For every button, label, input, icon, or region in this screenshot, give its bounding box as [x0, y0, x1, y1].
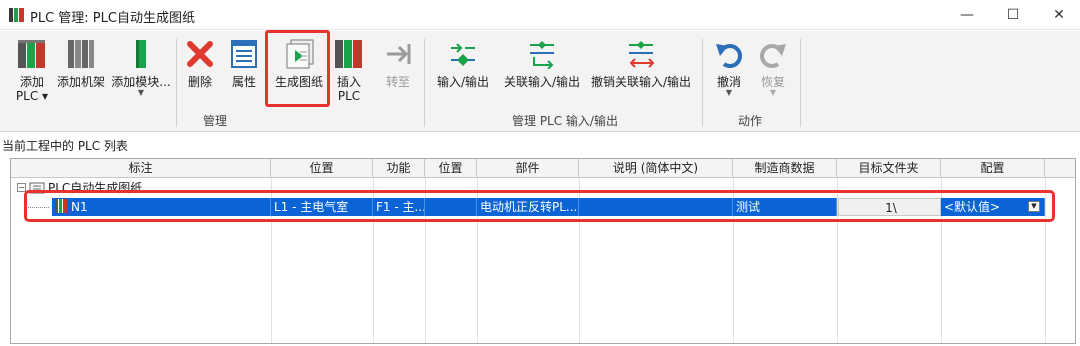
column-header-function[interactable]: 功能 [373, 159, 425, 178]
highlight-annotation [265, 30, 330, 107]
chevron-down-icon: ▼ [769, 88, 777, 97]
unlink-io-label: 撤销关联输入/输出 [590, 75, 692, 89]
title-bar: PLC 管理: PLC自动生成图纸 — ☐ ✕ [0, 0, 1080, 30]
goto-button[interactable]: 转至 [378, 37, 418, 117]
undo-button[interactable]: 撤消 ▼ [710, 37, 748, 117]
insert-plc-label-2: PLC [337, 89, 361, 103]
add-plc-button[interactable]: 添加 PLC ▾ [12, 37, 52, 117]
ribbon-separator [800, 39, 801, 127]
ribbon-separator [176, 39, 177, 127]
column-header-label[interactable]: 标注 [11, 159, 271, 178]
ribbon-separator [702, 39, 703, 127]
column-header-target-folder[interactable]: 目标文件夹 [837, 159, 941, 178]
properties-icon [227, 37, 261, 71]
plc-list-grid: 标注 位置 功能 位置 部件 说明 (简体中文) 制造商数据 目标文件夹 配置 … [10, 158, 1076, 344]
ribbon-toolbar: 添加 PLC ▾ 添加机架 添加模块... ▼ 删除 属性 生成图纸 插入 PL… [0, 31, 1080, 132]
module-icon [124, 37, 158, 71]
column-header-config[interactable]: 配置 [941, 159, 1045, 178]
plc-icon [15, 37, 49, 71]
group-label-manage: 管理 [203, 114, 228, 128]
delete-x-icon [183, 37, 217, 71]
properties-label: 属性 [231, 75, 256, 89]
highlight-annotation [24, 190, 1055, 222]
add-module-label: 添加模块... [111, 75, 171, 89]
io-label: 输入/输出 [436, 75, 490, 89]
column-header-description[interactable]: 说明 (简体中文) [579, 159, 733, 178]
chevron-down-icon: ▼ [137, 88, 145, 97]
window-title: PLC 管理: PLC自动生成图纸 [30, 11, 195, 26]
insert-plc-icon [332, 37, 366, 71]
unlink-io-button[interactable]: 撤销关联输入/输出 [586, 37, 696, 117]
goto-label: 转至 [385, 75, 410, 89]
group-label-actions: 动作 [738, 114, 763, 128]
io-button[interactable]: 输入/输出 [432, 37, 494, 117]
link-io-icon [525, 37, 559, 71]
rack-icon [64, 37, 98, 71]
unlink-io-icon [624, 37, 658, 71]
chevron-down-icon: ▼ [725, 88, 733, 97]
link-io-button[interactable]: 关联输入/输出 [500, 37, 584, 117]
group-label-manage-plc-io: 管理 PLC 输入/输出 [512, 114, 618, 128]
ribbon-separator [424, 39, 425, 127]
grid-header: 标注 位置 功能 位置 部件 说明 (简体中文) 制造商数据 目标文件夹 配置 [11, 159, 1075, 178]
properties-button[interactable]: 属性 [224, 37, 264, 117]
close-button[interactable]: ✕ [1036, 0, 1080, 30]
maximize-button[interactable]: ☐ [990, 0, 1036, 30]
undo-icon [712, 37, 746, 71]
redo-label: 恢复 [760, 75, 785, 89]
delete-label: 删除 [187, 75, 212, 89]
column-header-position[interactable]: 位置 [425, 159, 477, 178]
minimize-button[interactable]: — [944, 0, 990, 30]
goto-arrow-icon [381, 37, 415, 71]
insert-plc-button[interactable]: 插入 PLC [330, 37, 368, 117]
add-plc-label-2: PLC ▾ [15, 89, 49, 103]
column-header-manufacturer[interactable]: 制造商数据 [733, 159, 837, 178]
add-module-button[interactable]: 添加模块... ▼ [110, 37, 172, 117]
delete-button[interactable]: 删除 [180, 37, 220, 117]
io-connection-icon [446, 37, 480, 71]
add-rack-label: 添加机架 [56, 75, 105, 89]
insert-plc-label-1: 插入 [336, 75, 361, 89]
add-plc-label-1: 添加 [19, 75, 44, 89]
plc-list-caption: 当前工程中的 PLC 列表 [2, 139, 128, 153]
plc-app-icon [9, 8, 24, 22]
redo-button[interactable]: 恢复 ▼ [754, 37, 792, 117]
add-rack-button[interactable]: 添加机架 [54, 37, 108, 117]
column-header-location[interactable]: 位置 [271, 159, 373, 178]
link-io-label: 关联输入/输出 [503, 75, 581, 89]
redo-icon [756, 37, 790, 71]
undo-label: 撤消 [716, 75, 741, 89]
column-header-part[interactable]: 部件 [477, 159, 579, 178]
